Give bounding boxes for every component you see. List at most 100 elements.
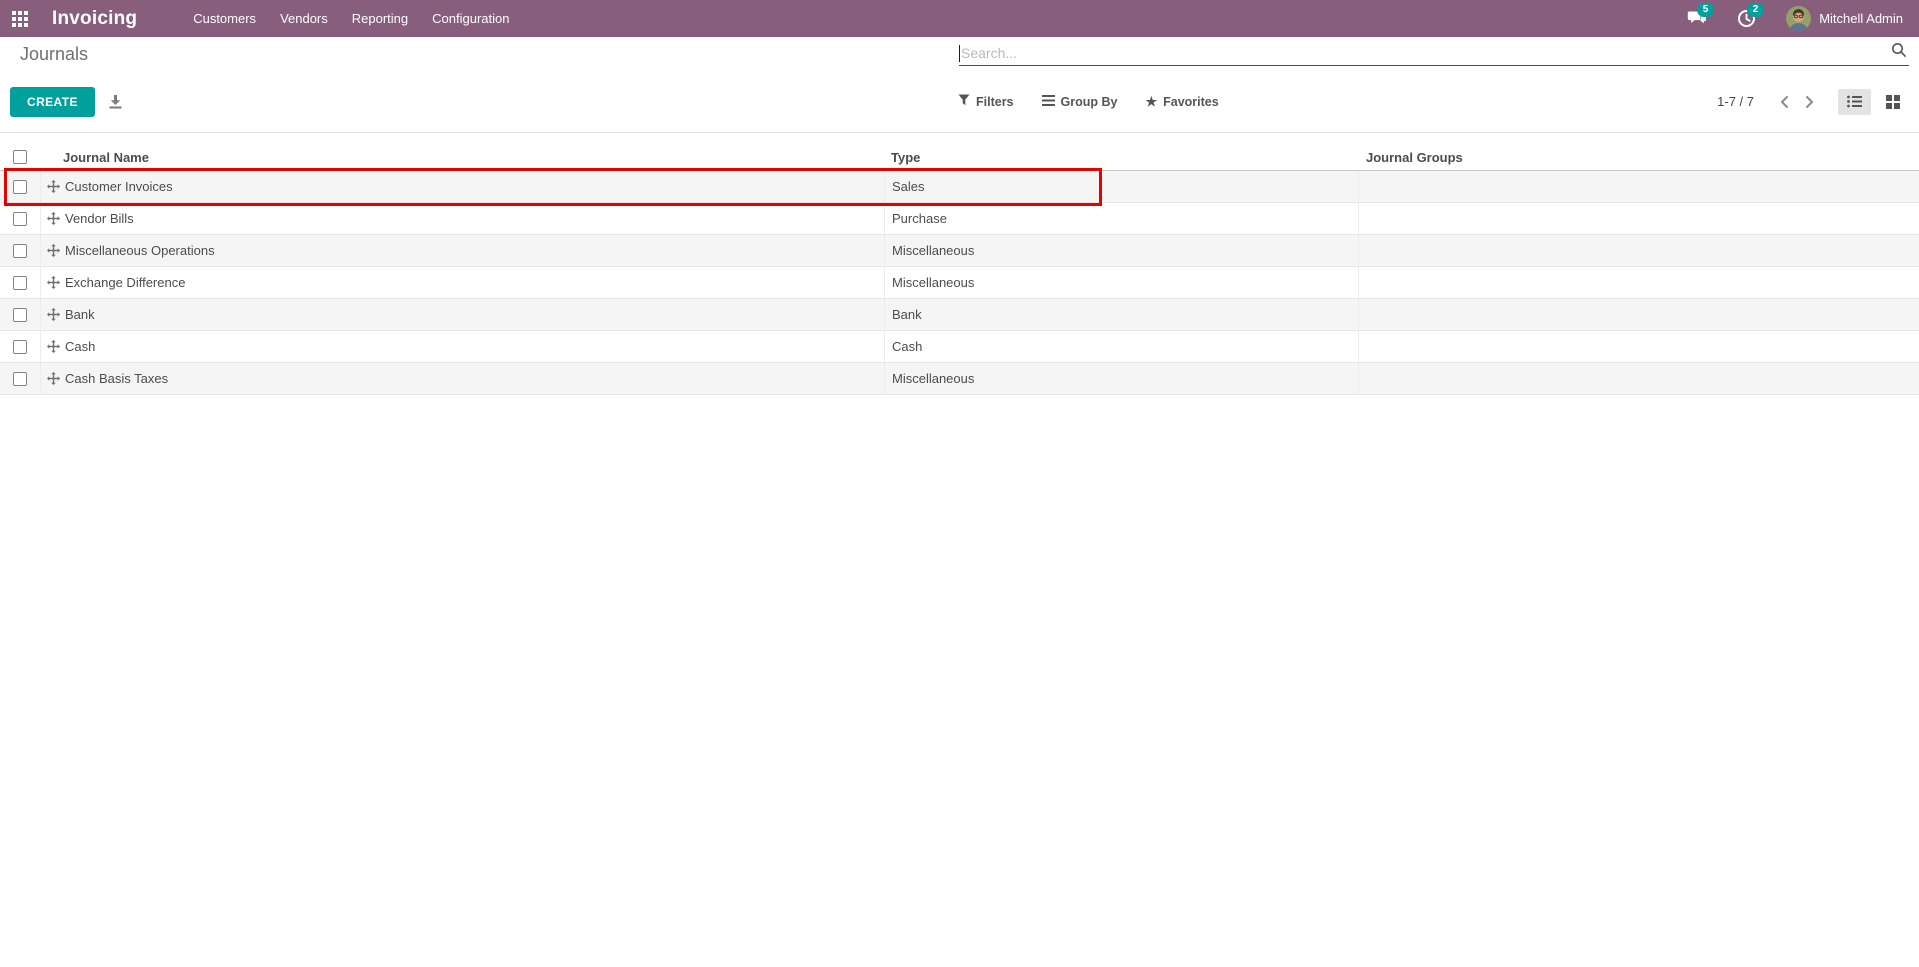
navbar-left: Invoicing Customers Vendors Reporting Co…: [12, 1, 521, 36]
list-header-row: Journal Name Type Journal Groups: [0, 144, 1919, 171]
list-view-button[interactable]: [1838, 88, 1871, 115]
drag-handle-icon[interactable]: [47, 180, 60, 193]
journal-type: Bank: [892, 307, 922, 322]
journal-type: Sales: [892, 179, 925, 194]
row-checkbox[interactable]: [13, 339, 27, 354]
journal-name: Cash Basis Taxes: [65, 371, 169, 386]
pager-next-icon[interactable]: [1797, 91, 1822, 113]
journal-type-cell: Cash: [884, 331, 1358, 362]
journal-type: Cash: [892, 339, 923, 354]
journal-name: Vendor Bills: [65, 211, 134, 226]
row-checkbox[interactable]: [13, 371, 27, 386]
table-row[interactable]: Cash Cash: [0, 331, 1919, 363]
group-by-button[interactable]: Group By: [1041, 94, 1118, 109]
favorites-label: Favorites: [1163, 94, 1219, 109]
journal-name-cell: Cash: [40, 331, 884, 362]
journal-type-cell: Miscellaneous: [884, 363, 1358, 394]
select-all-checkbox[interactable]: [13, 150, 27, 164]
app-title[interactable]: Invoicing: [52, 8, 137, 30]
user-name: Mitchell Admin: [1819, 11, 1903, 26]
drag-handle-icon[interactable]: [47, 372, 60, 385]
kanban-view-button[interactable]: [1877, 89, 1909, 115]
messages-button[interactable]: 5: [1687, 2, 1714, 29]
journal-groups-cell: [1358, 171, 1919, 202]
journal-type-cell: Bank: [884, 299, 1358, 330]
user-menu[interactable]: Mitchell Admin: [1786, 6, 1903, 31]
column-header-journal-name[interactable]: Journal Name: [40, 144, 884, 170]
journal-type: Purchase: [892, 211, 947, 226]
journal-name: Bank: [65, 307, 95, 322]
journal-name: Exchange Difference: [65, 275, 186, 290]
journal-name-cell: Vendor Bills: [40, 203, 884, 234]
activity-clock-icon: [1737, 9, 1756, 32]
column-header-type[interactable]: Type: [884, 144, 1358, 170]
filters-button[interactable]: Filters: [958, 94, 1014, 109]
export-download-icon[interactable]: [108, 94, 123, 109]
drag-handle-icon[interactable]: [47, 244, 60, 257]
row-checkbox-cell: [0, 299, 40, 330]
table-row[interactable]: Exchange Difference Miscellaneous: [0, 267, 1919, 299]
drag-handle-icon[interactable]: [47, 276, 60, 289]
menu-reporting[interactable]: Reporting: [340, 1, 420, 36]
drag-handle-icon[interactable]: [47, 212, 60, 225]
activities-badge: 2: [1747, 2, 1764, 17]
journal-name-cell: Cash Basis Taxes: [40, 363, 884, 394]
drag-handle-icon[interactable]: [47, 340, 60, 353]
row-checkbox[interactable]: [13, 243, 27, 258]
control-panel-top: Journals: [0, 37, 1919, 71]
journal-name-cell: Exchange Difference: [40, 267, 884, 298]
column-header-journal-groups[interactable]: Journal Groups: [1358, 144, 1919, 170]
search-input[interactable]: [959, 42, 1891, 63]
text-caret: [959, 45, 960, 62]
row-checkbox[interactable]: [13, 307, 27, 322]
pager: 1-7 / 7: [1717, 88, 1909, 115]
create-button[interactable]: CREATE: [10, 86, 95, 117]
journal-groups-cell: [1358, 203, 1919, 234]
filters-label: Filters: [976, 94, 1014, 109]
menu-customers[interactable]: Customers: [181, 1, 268, 36]
journal-type-cell: Miscellaneous: [884, 267, 1358, 298]
journal-type-cell: Sales: [884, 171, 1358, 202]
search-bar: [959, 42, 1909, 66]
search-icon[interactable]: [1891, 42, 1907, 63]
favorites-button[interactable]: ★ Favorites: [1145, 95, 1218, 109]
row-checkbox-cell: [0, 267, 40, 298]
table-row[interactable]: Cash Basis Taxes Miscellaneous: [0, 363, 1919, 395]
journal-name: Customer Invoices: [65, 179, 173, 194]
row-checkbox-cell: [0, 235, 40, 266]
menu-configuration[interactable]: Configuration: [420, 1, 521, 36]
table-row[interactable]: Bank Bank: [0, 299, 1919, 331]
kanban-view-icon: [1886, 94, 1900, 109]
avatar: [1786, 6, 1812, 31]
filter-funnel-icon: [958, 94, 970, 109]
control-panel-buttons: CREATE Filters Group By ★ Favorites 1-7 …: [0, 71, 1919, 133]
group-by-icon: [1041, 94, 1055, 109]
search-options: Filters Group By ★ Favorites: [958, 94, 1247, 109]
activities-button[interactable]: 2: [1737, 2, 1764, 32]
journal-name: Miscellaneous Operations: [65, 243, 215, 258]
table-row[interactable]: Customer Invoices Sales: [0, 168, 1919, 206]
journals-list: Journal Name Type Journal Groups Custome…: [0, 144, 1919, 395]
pager-previous-icon[interactable]: [1772, 91, 1797, 113]
apps-grid-icon[interactable]: [12, 10, 28, 27]
drag-handle-icon[interactable]: [47, 308, 60, 321]
view-switcher: [1838, 88, 1909, 115]
journal-type-cell: Purchase: [884, 203, 1358, 234]
journal-groups-cell: [1358, 363, 1919, 394]
table-row[interactable]: Miscellaneous Operations Miscellaneous: [0, 235, 1919, 267]
row-checkbox-cell: [0, 331, 40, 362]
group-by-label: Group By: [1060, 94, 1118, 109]
favorites-star-icon: ★: [1145, 94, 1158, 109]
pager-value: 1-7 / 7: [1717, 94, 1754, 109]
select-all-cell: [0, 144, 40, 170]
menu-vendors[interactable]: Vendors: [268, 1, 340, 36]
main-menu: Customers Vendors Reporting Configuratio…: [181, 1, 521, 36]
breadcrumb: Journals: [20, 43, 89, 64]
table-row[interactable]: Vendor Bills Purchase: [0, 203, 1919, 235]
row-checkbox[interactable]: [13, 275, 27, 290]
journal-type: Miscellaneous: [892, 243, 975, 258]
journal-name-cell: Miscellaneous Operations: [40, 235, 884, 266]
journal-type: Miscellaneous: [892, 371, 975, 386]
row-checkbox[interactable]: [13, 211, 27, 226]
row-checkbox[interactable]: [13, 179, 27, 194]
